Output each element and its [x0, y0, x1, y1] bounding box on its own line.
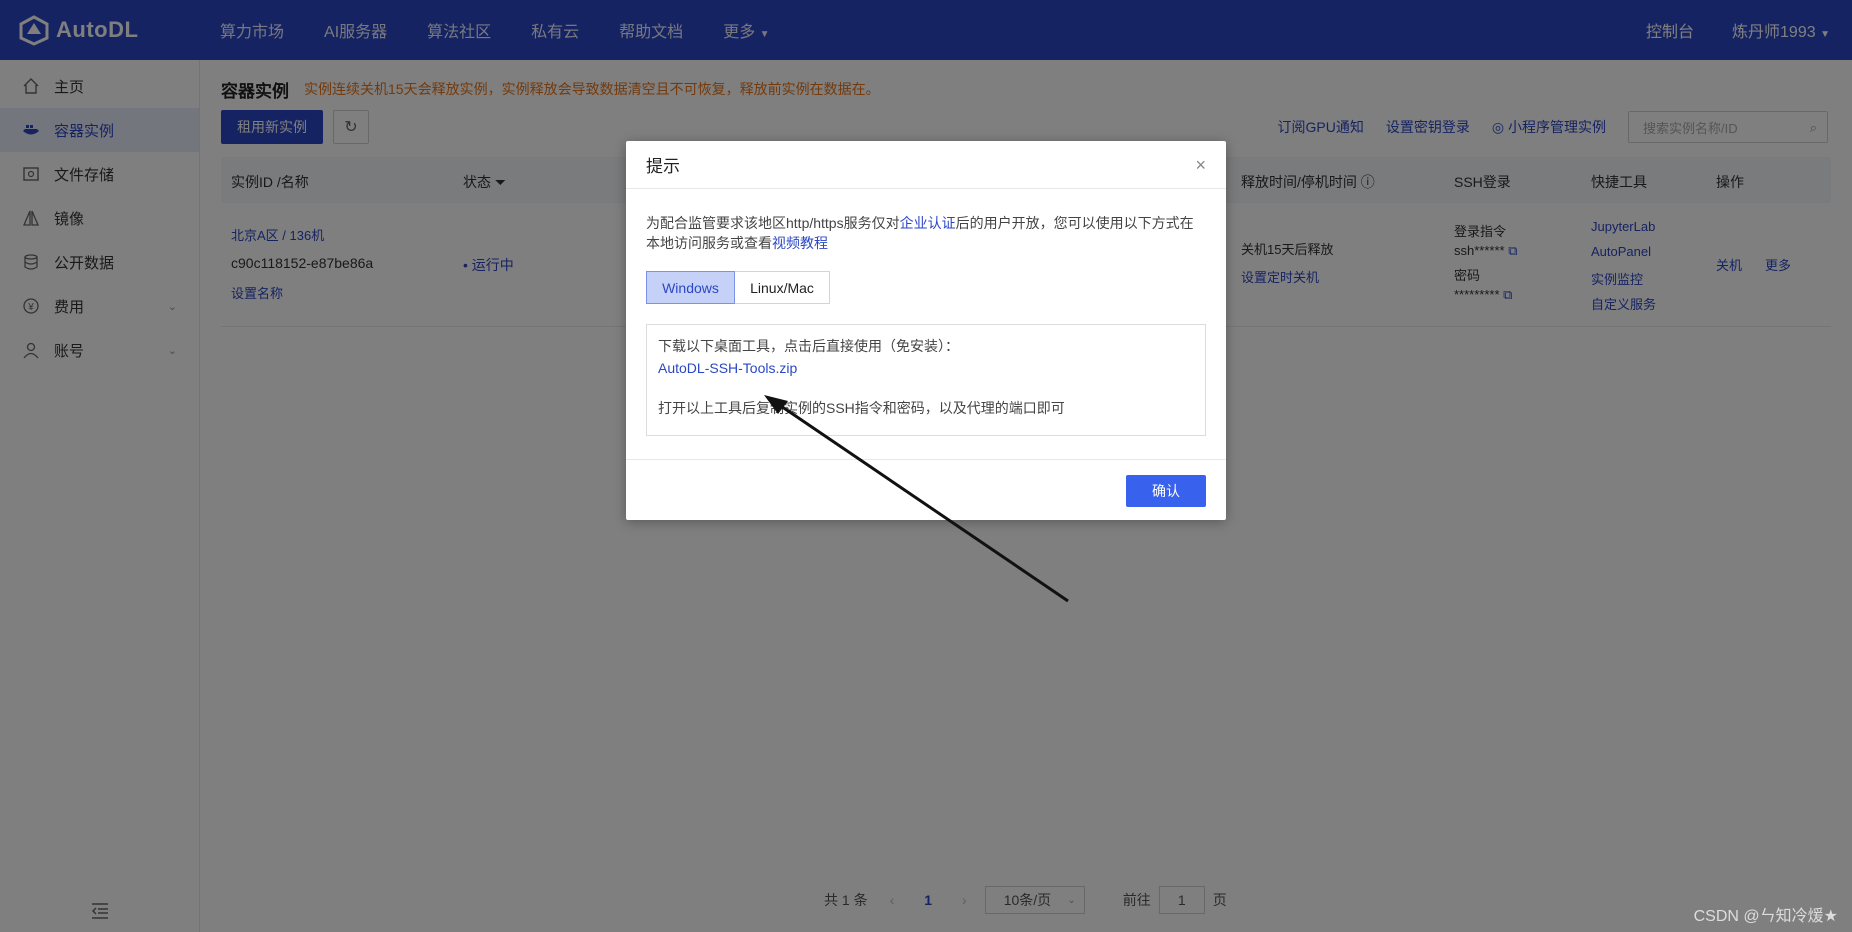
watermark: CSDN @ㄣ知冷煖★	[1693, 908, 1838, 925]
annotation-arrow	[764, 395, 1069, 603]
